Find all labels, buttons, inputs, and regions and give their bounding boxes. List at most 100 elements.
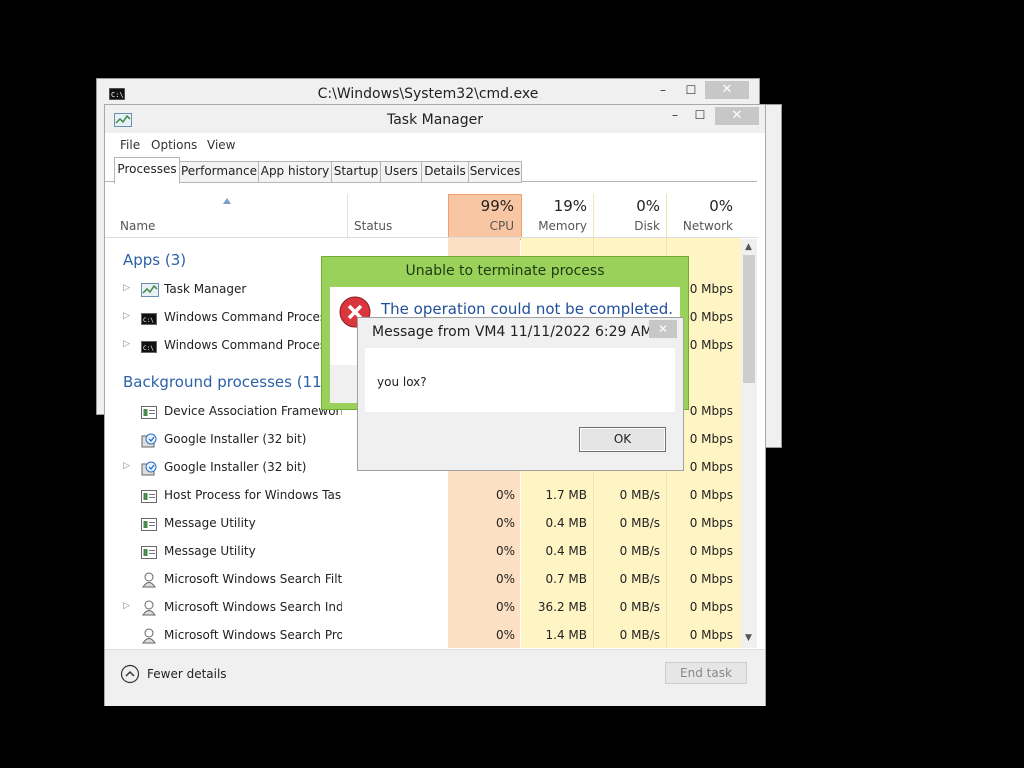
task-manager-icon xyxy=(141,282,159,297)
cpu-percent: 99% xyxy=(480,197,514,215)
process-disk: 0 MB/s xyxy=(619,600,660,614)
installer-icon xyxy=(141,432,157,448)
process-network: 0 Mbps xyxy=(689,600,733,614)
cmd-icon: C:\ xyxy=(141,310,157,325)
process-name: Host Process for Windows Tasks xyxy=(164,488,342,502)
process-name: Task Manager xyxy=(164,282,247,296)
cmd-close-button[interactable]: ✕ xyxy=(705,81,749,99)
svg-text:C:\: C:\ xyxy=(143,317,154,324)
search-user-icon xyxy=(141,572,157,588)
table-row[interactable]: Message Utility 0% 0.4 MB 0 MB/s 0 Mbps xyxy=(105,510,741,538)
process-cpu: 0% xyxy=(495,572,515,586)
process-memory: 1.7 MB xyxy=(545,488,587,502)
table-row[interactable]: Microsoft Windows Search Filte... 0% 0.7 M… xyxy=(105,566,741,594)
header-separator xyxy=(105,237,757,238)
sort-ascending-icon[interactable] xyxy=(223,198,231,204)
cmd-titlebar[interactable]: C:\ C:\Windows\System32\cmd.exe – ☐ ✕ xyxy=(97,79,759,107)
process-disk: 0 MB/s xyxy=(619,572,660,586)
error-dialog-message: The operation could not be completed. xyxy=(381,300,674,318)
expand-arrow-icon[interactable]: ▷ xyxy=(123,461,130,471)
cmd-icon: C:\ xyxy=(141,338,157,353)
process-name: Device Association Framework ... xyxy=(164,404,342,418)
group-apps[interactable]: Apps (3) xyxy=(123,251,186,269)
process-memory: 0.4 MB xyxy=(545,516,587,530)
tab-performance[interactable]: Performance xyxy=(179,161,259,183)
process-memory: 36.2 MB xyxy=(537,600,587,614)
process-network: 0 Mbps xyxy=(689,572,733,586)
fewer-details-link[interactable]: Fewer details xyxy=(147,667,227,681)
process-name: Microsoft Windows Search Prot... xyxy=(164,628,342,642)
menu-file[interactable]: File xyxy=(120,138,140,152)
menu-view[interactable]: View xyxy=(207,138,235,152)
column-status[interactable]: Status xyxy=(354,219,392,233)
process-disk: 0 MB/s xyxy=(619,488,660,502)
table-row[interactable]: Host Process for Windows Tasks 0% 1.7 MB 0 … xyxy=(105,482,741,510)
installer-icon xyxy=(141,460,157,476)
process-network: 0 Mbps xyxy=(689,628,733,642)
task-manager-titlebar[interactable]: Task Manager – ☐ ✕ xyxy=(105,105,765,133)
process-name: Message Utility xyxy=(164,544,256,558)
expand-arrow-icon[interactable]: ▷ xyxy=(123,311,130,321)
tab-app-history[interactable]: App history xyxy=(258,161,332,183)
service-icon xyxy=(141,488,157,503)
tab-startup[interactable]: Startup xyxy=(331,161,381,183)
process-name: Windows Command Processor xyxy=(164,310,342,324)
scrollbar-thumb[interactable] xyxy=(743,255,755,383)
tm-close-button[interactable]: ✕ xyxy=(715,107,759,125)
process-cpu: 0% xyxy=(495,544,515,558)
process-name: Windows Command Processor xyxy=(164,338,342,352)
process-name: Google Installer (32 bit) xyxy=(164,432,307,446)
column-cpu[interactable]: CPU xyxy=(448,219,514,233)
search-user-icon xyxy=(141,628,157,644)
end-task-button[interactable]: End task xyxy=(665,662,747,684)
process-cpu: 0% xyxy=(495,516,515,530)
column-name[interactable]: Name xyxy=(120,219,155,233)
message-text: you lox? xyxy=(377,375,427,389)
expand-arrow-icon[interactable]: ▷ xyxy=(123,339,130,349)
footer-bar: Fewer details End task xyxy=(105,649,765,706)
chevron-up-circle-icon[interactable] xyxy=(120,664,140,684)
process-network: 0 Mbps xyxy=(689,516,733,530)
process-disk: 0 MB/s xyxy=(619,544,660,558)
message-dialog[interactable]: Message from VM4 11/11/2022 6:29 AM ✕ yo… xyxy=(357,317,684,471)
disk-percent: 0% xyxy=(636,197,660,215)
column-disk[interactable]: Disk xyxy=(594,219,660,233)
tm-maximize-button[interactable]: ☐ xyxy=(690,108,710,122)
process-name: Message Utility xyxy=(164,516,256,530)
search-user-icon xyxy=(141,600,157,616)
scroll-up-icon[interactable]: ▲ xyxy=(745,242,752,252)
process-memory: 0.7 MB xyxy=(545,572,587,586)
process-disk: 0 MB/s xyxy=(619,628,660,642)
service-icon xyxy=(141,516,157,531)
expand-arrow-icon[interactable]: ▷ xyxy=(123,601,130,611)
table-row[interactable]: ▷ Microsoft Windows Search Inde... 0% 36.2 … xyxy=(105,594,741,622)
cmd-minimize-button[interactable]: – xyxy=(653,83,673,97)
service-icon xyxy=(141,404,157,419)
table-row[interactable]: Message Utility 0% 0.4 MB 0 MB/s 0 Mbps xyxy=(105,538,741,566)
ok-button[interactable]: OK xyxy=(579,427,666,452)
menu-options[interactable]: Options xyxy=(151,138,197,152)
tab-processes[interactable]: Processes xyxy=(114,157,180,184)
cmd-maximize-button[interactable]: ☐ xyxy=(681,83,701,97)
table-row[interactable]: Microsoft Windows Search Prot... 0% 1.4 MB… xyxy=(105,622,741,650)
process-cpu: 0% xyxy=(495,488,515,502)
message-close-button[interactable]: ✕ xyxy=(649,320,677,338)
group-background[interactable]: Background processes (11) xyxy=(123,373,328,391)
col-divider xyxy=(347,194,348,238)
process-network: 0 Mbps xyxy=(689,488,733,502)
expand-arrow-icon[interactable]: ▷ xyxy=(123,283,130,293)
tab-users[interactable]: Users xyxy=(380,161,422,183)
tab-services[interactable]: Services xyxy=(468,161,522,183)
process-name: Google Installer (32 bit) xyxy=(164,460,307,474)
process-name: Microsoft Windows Search Inde... xyxy=(164,600,342,614)
column-memory[interactable]: Memory xyxy=(521,219,587,233)
scroll-down-icon[interactable]: ▼ xyxy=(745,633,752,643)
process-memory: 0.4 MB xyxy=(545,544,587,558)
column-network[interactable]: Network xyxy=(666,219,733,233)
tab-details[interactable]: Details xyxy=(421,161,469,183)
memory-percent: 19% xyxy=(553,197,587,215)
process-name: Microsoft Windows Search Filte... xyxy=(164,572,342,586)
service-icon xyxy=(141,544,157,559)
message-dialog-title: Message from VM4 11/11/2022 6:29 AM xyxy=(372,324,653,340)
tm-minimize-button[interactable]: – xyxy=(665,108,685,122)
